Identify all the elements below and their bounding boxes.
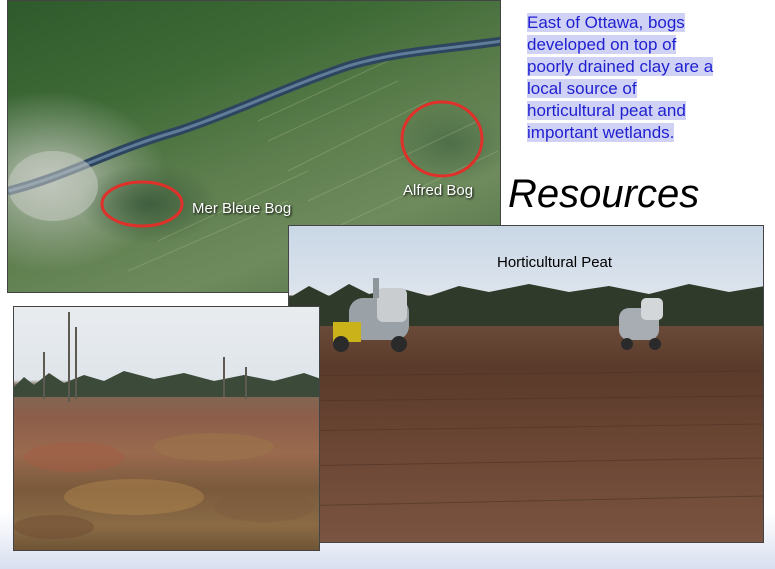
description-line: local source of [527,79,637,98]
bog-landscape-photo [13,306,320,551]
city-area [8,151,98,221]
description-line: important wetlands. [527,123,675,142]
mer-bleue-bog-label: Mer Bleue Bog [192,200,292,217]
description-line: poorly drained clay are a [527,57,714,76]
alfred-circle [400,100,484,178]
description-line: East of Ottawa, bogs [527,13,685,32]
description-line: horticultural peat and [527,101,686,120]
alfred-bog-label: Alfred Bog [403,182,474,199]
slide-title: Resources [508,172,700,216]
mer-bleue-circle [100,180,184,228]
peat-photo-graphic [289,278,763,507]
bog-photo-graphic [14,312,319,539]
description-text: East of Ottawa, bogs developed on top of… [527,12,752,144]
peat-photo-caption: Horticultural Peat [497,254,613,271]
horticultural-peat-photo: Horticultural Peat [288,225,764,543]
description-line: developed on top of [527,35,677,54]
